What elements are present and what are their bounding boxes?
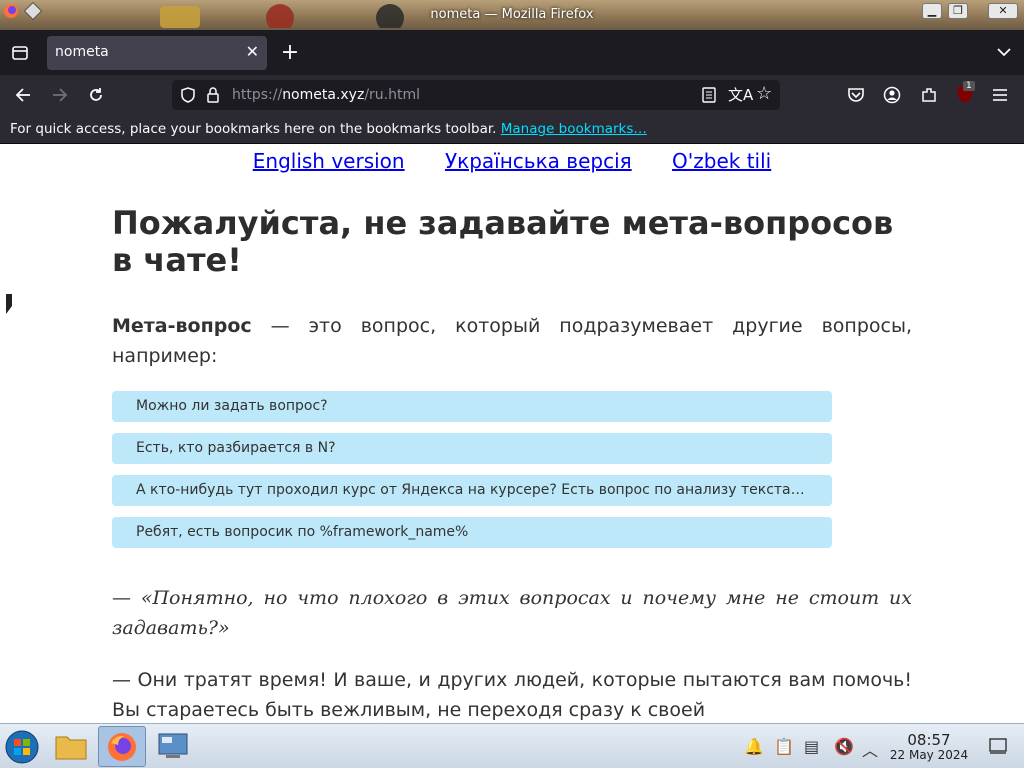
intro-paragraph: Мета-вопрос — это вопрос, который подраз…: [112, 311, 912, 371]
account-icon[interactable]: [883, 86, 901, 104]
extensions-icon[interactable]: [920, 86, 938, 104]
bookmark-star-icon[interactable]: ☆: [756, 83, 772, 104]
ukrainian-version-link[interactable]: Українська версія: [445, 149, 632, 173]
page-content: English version Українська версія O'zbek…: [0, 145, 1024, 723]
notifications-icon[interactable]: 🔔: [744, 737, 764, 756]
answer-paragraph: — Они тратят время! И ваше, и других люд…: [112, 669, 912, 721]
english-version-link[interactable]: English version: [253, 149, 405, 173]
example-question: Ребят, есть вопросик по %framework_name%: [112, 517, 832, 548]
example-question: Можно ли задать вопрос?: [112, 391, 832, 422]
quote-paragraph: — «Понятно, но что плохого в этих вопрос…: [112, 587, 912, 639]
start-menu-icon[interactable]: [4, 729, 40, 765]
clock-date: 22 May 2024: [889, 748, 969, 762]
folder-icon: [55, 736, 87, 760]
reader-view-icon[interactable]: [702, 87, 716, 103]
tab-close-icon[interactable]: ✕: [246, 42, 259, 61]
tab-strip: nometa ✕ +: [0, 30, 1024, 75]
system-settings-task[interactable]: [150, 726, 196, 767]
removable-device-icon[interactable]: ▤: [804, 737, 819, 756]
tab-label: nometa: [55, 44, 109, 60]
clock-time: 08:57: [907, 731, 951, 749]
navigation-bar: https://nometa.xyz/ru.html 文A ☆ 1: [0, 75, 1024, 115]
language-links: English version Українська версія O'zbek…: [0, 149, 1024, 173]
firefox-icon: [108, 733, 136, 761]
show-desktop-icon[interactable]: [989, 738, 1007, 754]
hamburger-menu-icon[interactable]: [992, 88, 1008, 102]
shield-icon[interactable]: [180, 87, 196, 103]
reload-button[interactable]: [87, 86, 105, 104]
minimize-button[interactable]: ▁: [922, 3, 942, 19]
tray-expand-icon[interactable]: ︿: [862, 737, 878, 761]
pocket-icon[interactable]: [847, 87, 865, 103]
firefox-task[interactable]: [98, 726, 146, 767]
page-title: Пожалуйста, не задавайте мета-вопросов в…: [112, 204, 894, 279]
extension-badge: 1: [963, 81, 975, 91]
ublock-extension-icon[interactable]: 1: [955, 81, 975, 104]
control-panel-icon: [158, 733, 188, 758]
example-question: А кто-нибудь тут проходил курс от Яндекс…: [112, 475, 832, 506]
firefox-view-icon[interactable]: [11, 44, 29, 62]
chevron-down-icon[interactable]: [996, 46, 1012, 58]
back-button[interactable]: [14, 86, 32, 104]
taskbar: 🔔 📋 ▤ 🔇 ︿ 08:57 22 May 2024: [0, 723, 1024, 768]
forward-button[interactable]: [51, 86, 69, 104]
volume-muted-icon[interactable]: 🔇: [834, 737, 854, 756]
clock[interactable]: 08:57 22 May 2024: [886, 732, 972, 762]
bookmarks-hint: For quick access, place your bookmarks h…: [10, 121, 497, 137]
manage-bookmarks-link[interactable]: Manage bookmarks…: [501, 121, 647, 137]
lock-icon[interactable]: [206, 86, 220, 104]
translate-icon[interactable]: 文A: [728, 84, 753, 105]
tab-nometa[interactable]: nometa ✕: [47, 36, 267, 70]
url-bar[interactable]: https://nometa.xyz/ru.html 文A ☆: [172, 80, 780, 110]
clipboard-icon[interactable]: 📋: [774, 737, 794, 756]
uzbek-version-link[interactable]: O'zbek tili: [672, 149, 771, 173]
bookmarks-toolbar: For quick access, place your bookmarks h…: [0, 115, 1024, 144]
url-text[interactable]: https://nometa.xyz/ru.html: [232, 87, 420, 103]
close-window-button[interactable]: ✕: [988, 3, 1018, 19]
example-questions: Можно ли задать вопрос? Есть, кто разбир…: [112, 391, 832, 559]
window-titlebar: nometa — Mozilla Firefox ▁ ❐ ✕: [0, 0, 1024, 30]
mouse-cursor: [6, 294, 12, 314]
intro-term: Мета-вопрос: [112, 315, 252, 337]
file-manager-task[interactable]: [48, 726, 94, 767]
new-tab-button[interactable]: +: [280, 40, 300, 65]
example-question: Есть, кто разбирается в N?: [112, 433, 832, 464]
maximize-button[interactable]: ❐: [948, 3, 968, 19]
window-title: nometa — Mozilla Firefox: [430, 7, 594, 22]
